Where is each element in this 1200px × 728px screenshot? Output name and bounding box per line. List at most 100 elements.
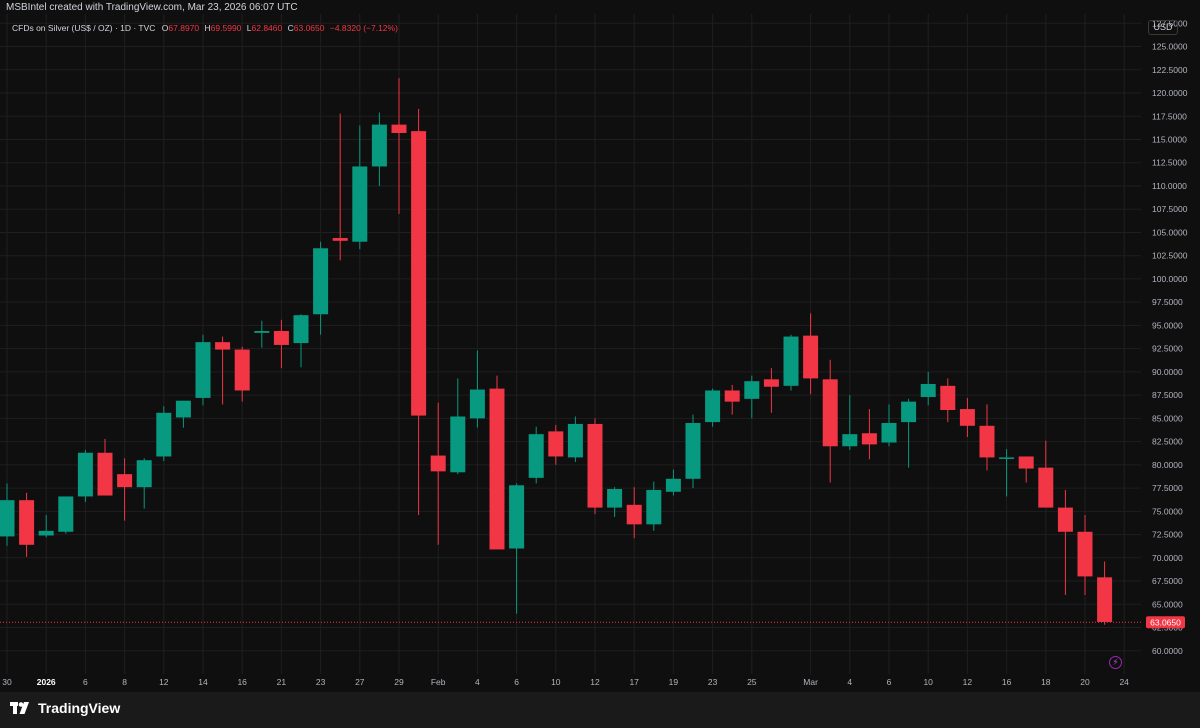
time-tick-label: 12 bbox=[159, 677, 169, 687]
candle-up[interactable] bbox=[450, 378, 466, 475]
candle-up[interactable] bbox=[665, 469, 681, 496]
candle-down[interactable] bbox=[489, 375, 505, 550]
chart-area[interactable]: 60.000062.500065.000067.500070.000072.50… bbox=[0, 0, 1200, 728]
candle-body bbox=[744, 381, 760, 399]
price-tick-label: 95.0000 bbox=[1152, 320, 1183, 330]
time-tick-label: 4 bbox=[847, 677, 852, 687]
candle-up[interactable] bbox=[293, 314, 309, 368]
candle-body bbox=[1018, 456, 1034, 469]
time-tick-label: 24 bbox=[1119, 677, 1129, 687]
time-tick-label: 4 bbox=[475, 677, 480, 687]
candle-up[interactable] bbox=[254, 320, 270, 348]
candle-up[interactable] bbox=[371, 112, 387, 186]
price-axis: 60.000062.500065.000067.500070.000072.50… bbox=[1152, 18, 1188, 655]
candle-up[interactable] bbox=[567, 416, 583, 463]
open-value: 67.8970 bbox=[168, 23, 200, 33]
price-tick-label: 107.5000 bbox=[1152, 204, 1188, 214]
candle-down[interactable] bbox=[861, 409, 877, 460]
time-tick-label: 16 bbox=[237, 677, 247, 687]
symbol-legend[interactable]: CFDs on Silver (US$ / OZ) · 1D · TVC O67… bbox=[12, 21, 398, 35]
time-tick-label: 2026 bbox=[37, 677, 56, 687]
candle-down[interactable] bbox=[1038, 440, 1054, 508]
candle-down[interactable] bbox=[822, 359, 838, 483]
candle-down[interactable] bbox=[19, 492, 35, 557]
candle-body bbox=[881, 423, 897, 443]
tradingview-logo[interactable]: TradingView bbox=[10, 700, 120, 716]
price-tick-label: 97.5000 bbox=[1152, 297, 1183, 307]
candle-up[interactable] bbox=[646, 481, 662, 531]
candle-down[interactable] bbox=[430, 402, 446, 545]
candle-up[interactable] bbox=[58, 496, 74, 534]
created-with-credit: MSBIntel created with TradingView.com, M… bbox=[6, 2, 298, 13]
candle-body bbox=[489, 388, 505, 550]
candle-down[interactable] bbox=[626, 487, 642, 539]
lightning-icon[interactable]: ⚡ bbox=[1109, 656, 1122, 669]
time-tick-label: 10 bbox=[551, 677, 561, 687]
candle-up[interactable] bbox=[136, 458, 152, 509]
candle-down[interactable] bbox=[234, 346, 250, 402]
time-tick-label: 12 bbox=[963, 677, 973, 687]
candle-up[interactable] bbox=[528, 426, 544, 484]
candle-down[interactable] bbox=[959, 397, 975, 437]
low-value: 62.8460 bbox=[251, 23, 283, 33]
price-tick-label: 60.0000 bbox=[1152, 646, 1183, 656]
candle-up[interactable] bbox=[175, 400, 191, 428]
candle-up[interactable] bbox=[156, 406, 172, 462]
candle-down[interactable] bbox=[332, 113, 348, 261]
price-tick-label: 90.0000 bbox=[1152, 367, 1183, 377]
candle-up[interactable] bbox=[313, 241, 329, 335]
candle-body bbox=[371, 124, 387, 167]
close-value: 63.0650 bbox=[293, 23, 325, 33]
candle-up[interactable] bbox=[842, 395, 858, 450]
candle-up[interactable] bbox=[920, 371, 936, 406]
candle-up[interactable] bbox=[352, 125, 368, 250]
candle-body bbox=[842, 434, 858, 447]
price-tick-label: 82.5000 bbox=[1152, 437, 1183, 447]
change-value: −4.8320 (−7.12%) bbox=[329, 23, 398, 33]
candle-down[interactable] bbox=[1077, 515, 1093, 595]
candle-down[interactable] bbox=[587, 418, 603, 515]
candle-body bbox=[117, 474, 133, 488]
candle-down[interactable] bbox=[724, 384, 740, 415]
candle-body bbox=[411, 131, 427, 416]
candle-body bbox=[587, 423, 603, 508]
candle-down[interactable] bbox=[548, 424, 564, 465]
candle-body bbox=[38, 530, 54, 536]
candle-down[interactable] bbox=[97, 438, 113, 496]
symbol-title: CFDs on Silver (US$ / OZ) · 1D · TVC bbox=[12, 23, 156, 33]
grid-lines bbox=[0, 14, 1141, 674]
candle-up[interactable] bbox=[509, 483, 525, 614]
candle-down[interactable] bbox=[1057, 489, 1073, 595]
candle-up[interactable] bbox=[0, 483, 15, 546]
candle-down[interactable] bbox=[1018, 456, 1034, 483]
candle-down[interactable] bbox=[391, 78, 407, 214]
candle-up[interactable] bbox=[783, 334, 799, 391]
candle-down[interactable] bbox=[411, 108, 427, 516]
candle-down[interactable] bbox=[273, 319, 289, 369]
candle-up[interactable] bbox=[195, 334, 211, 406]
candle-up[interactable] bbox=[744, 375, 760, 419]
candle-up[interactable] bbox=[705, 388, 721, 427]
candle-down[interactable] bbox=[763, 368, 779, 413]
candle-up[interactable] bbox=[901, 398, 917, 468]
candle-up[interactable] bbox=[607, 487, 623, 517]
candle-up[interactable] bbox=[685, 414, 701, 489]
time-tick-label: 6 bbox=[887, 677, 892, 687]
candle-up[interactable] bbox=[999, 449, 1015, 497]
candle-body bbox=[450, 416, 466, 473]
candle-up[interactable] bbox=[469, 350, 485, 428]
price-tick-label: 117.5000 bbox=[1152, 111, 1187, 121]
candle-up[interactable] bbox=[881, 404, 897, 447]
candle-down[interactable] bbox=[215, 336, 231, 405]
candle-down[interactable] bbox=[1097, 561, 1113, 625]
price-tick-label: 110.0000 bbox=[1152, 181, 1187, 191]
candle-body bbox=[528, 434, 544, 478]
time-tick-label: Feb bbox=[431, 677, 446, 687]
price-chart[interactable]: 60.000062.500065.000067.500070.000072.50… bbox=[0, 0, 1200, 728]
candle-down[interactable] bbox=[979, 404, 995, 471]
candle-down[interactable] bbox=[940, 378, 956, 423]
candle-up[interactable] bbox=[38, 515, 54, 538]
currency-button[interactable]: USD bbox=[1148, 20, 1178, 35]
candle-up[interactable] bbox=[77, 449, 93, 503]
price-tick-label: 87.5000 bbox=[1152, 390, 1183, 400]
